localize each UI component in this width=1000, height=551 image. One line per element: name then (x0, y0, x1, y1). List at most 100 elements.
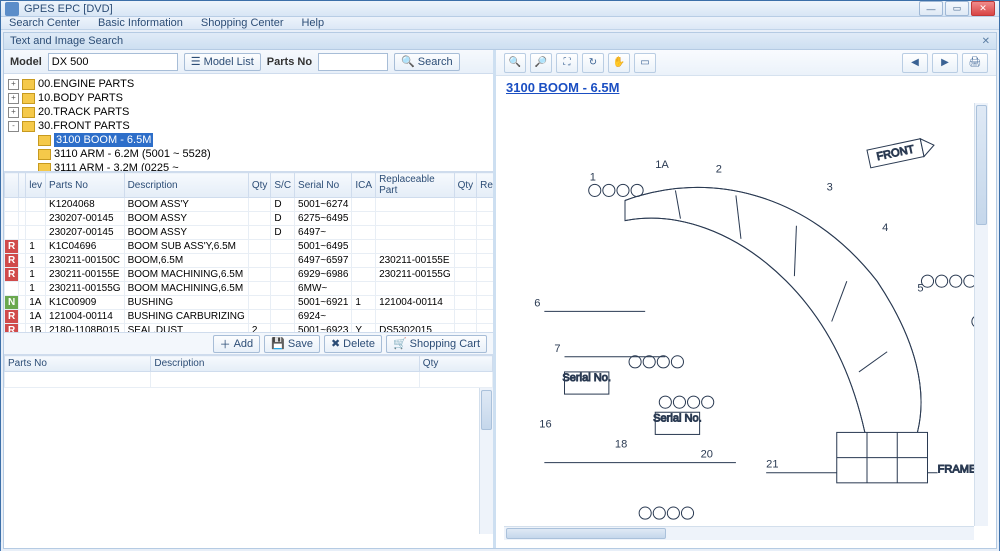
parts-grid[interactable]: levParts NoDescriptionQtyS/CSerial NoICA… (4, 172, 493, 333)
parts-tree[interactable]: +00.ENGINE PARTS+10.BODY PARTS+20.TRACK … (4, 74, 493, 172)
table-row[interactable]: R1B2180-1108B015SEAL,DUST25001~6923YDS53… (5, 324, 494, 334)
table-row[interactable]: K1204068BOOM ASS'YD5001~6274 (5, 198, 494, 212)
modellist-button[interactable]: ☰Model List (184, 53, 261, 71)
panel-close-icon[interactable]: ✕ (982, 36, 990, 47)
tree-node[interactable]: 3100 BOOM - 6.5M (8, 133, 489, 147)
table-row[interactable]: 1230211-00155GBOOM MACHINING,6.5M6MW~ (5, 282, 494, 296)
tree-label: 3111 ARM - 3.2M (0225 ~ (54, 161, 179, 172)
svg-text:4: 4 (882, 222, 888, 234)
tree-toggle-icon[interactable]: - (8, 121, 19, 132)
diagram-viewport[interactable]: FRONT (504, 103, 988, 540)
grid-header[interactable] (5, 173, 19, 198)
search-row: Model ☰Model List Parts No 🔍Search (4, 50, 493, 74)
select-button[interactable]: ▭ (634, 53, 656, 73)
minimize-button[interactable]: — (919, 1, 943, 16)
grid-header[interactable]: Replaceable Part (376, 173, 455, 198)
delete-button[interactable]: ✖Delete (324, 335, 382, 353)
svg-text:5: 5 (917, 282, 923, 294)
titlebar: GPES EPC [DVD] — ▭ ✕ (1, 1, 999, 17)
diagram-scroll-v[interactable] (974, 103, 988, 526)
grid-header[interactable]: Qty (248, 173, 271, 198)
folder-icon (22, 93, 35, 104)
svg-text:6: 6 (534, 297, 540, 309)
svg-text:16: 16 (539, 418, 551, 430)
tree-toggle-icon[interactable]: + (8, 107, 19, 118)
grid-header[interactable]: Description (124, 173, 248, 198)
next-button[interactable]: ▶ (932, 53, 958, 73)
prev-button[interactable]: ◀ (902, 53, 928, 73)
window-title: GPES EPC [DVD] (24, 3, 919, 15)
tree-node[interactable]: +10.BODY PARTS (8, 91, 489, 105)
right-pane: 🔍 🔎 ⛶ ↻ ✋ ▭ ◀ ▶ 🖨 3100 BOOM - 6.5M (496, 50, 996, 548)
tree-label: 30.FRONT PARTS (38, 119, 130, 133)
table-row[interactable]: 230207-00145BOOM ASSYD6497~ (5, 226, 494, 240)
diagram-scroll-h[interactable] (504, 526, 974, 540)
panel-title: Text and Image Search (10, 35, 123, 47)
svg-text:2: 2 (716, 163, 722, 175)
maximize-button[interactable]: ▭ (945, 1, 969, 16)
folder-icon (22, 121, 35, 132)
svg-text:21: 21 (766, 459, 778, 471)
search-icon: 🔍 (401, 55, 415, 68)
menu-help[interactable]: Help (301, 17, 324, 29)
model-label: Model (10, 56, 42, 68)
zoomin-button[interactable]: 🔍 (504, 53, 526, 73)
grid-header[interactable]: Serial No (295, 173, 352, 198)
panel-header: Text and Image Search ✕ (3, 32, 997, 50)
grid-header[interactable]: Remark (477, 173, 493, 198)
table-row[interactable]: R1K1C04696BOOM SUB ASS'Y,6.5M5001~6495 (5, 240, 494, 254)
cart-col-qty[interactable]: Qty (419, 356, 492, 372)
tree-node[interactable]: - 30.FRONT PARTS (8, 119, 489, 133)
app-icon (5, 2, 19, 16)
menu-shopping-center[interactable]: Shopping Center (201, 17, 284, 29)
tree-toggle-icon[interactable]: + (8, 79, 19, 90)
crud-row: ＋Add 💾Save ✖Delete 🛒Shopping Cart (4, 333, 493, 355)
folder-icon (22, 79, 35, 90)
plus-icon: ＋ (220, 336, 231, 352)
table-row[interactable]: 230207-00145BOOM ASSYD6275~6495 (5, 212, 494, 226)
grid-header[interactable]: Parts No (46, 173, 125, 198)
tree-node[interactable]: +20.TRACK PARTS (8, 105, 489, 119)
svg-text:7: 7 (554, 343, 560, 355)
menu-search-center[interactable]: Search Center (9, 17, 80, 29)
hand-button[interactable]: ✋ (608, 53, 630, 73)
rotate-button[interactable]: ↻ (582, 53, 604, 73)
tree-node[interactable]: 3111 ARM - 3.2M (0225 ~ (8, 161, 489, 172)
menu-basic-info[interactable]: Basic Information (98, 17, 183, 29)
table-row[interactable]: R1230211-00155EBOOM MACHINING,6.5M6929~6… (5, 268, 494, 282)
grid-header[interactable]: Qty (454, 173, 477, 198)
disk-icon: 💾 (271, 337, 285, 350)
grid-header[interactable] (19, 173, 26, 198)
diagram-title-link[interactable]: 3100 BOOM - 6.5M (506, 80, 619, 95)
grid-header[interactable]: ICA (352, 173, 376, 198)
close-button[interactable]: ✕ (971, 1, 995, 16)
tree-label: 10.BODY PARTS (38, 91, 123, 105)
model-input[interactable] (48, 53, 178, 71)
cart-col-desc[interactable]: Description (151, 356, 419, 372)
print-button[interactable]: 🖨 (962, 53, 988, 73)
save-button[interactable]: 💾Save (264, 335, 320, 353)
shoppingcart-button[interactable]: 🛒Shopping Cart (386, 335, 487, 353)
fit-button[interactable]: ⛶ (556, 53, 578, 73)
left-scrollbar[interactable] (479, 388, 493, 534)
table-row[interactable]: R1A121004-00114BUSHING CARBURIZING6924~ (5, 310, 494, 324)
add-button[interactable]: ＋Add (213, 335, 261, 353)
tree-toggle-icon[interactable]: + (8, 93, 19, 104)
table-row[interactable]: N1AK1C00909BUSHING5001~69211121004-00114 (5, 296, 494, 310)
tree-node[interactable]: 3110 ARM - 6.2M (5001 ~ 5528) (8, 147, 489, 161)
table-row[interactable]: R1230211-00150CBOOM,6.5M6497~6597230211-… (5, 254, 494, 268)
grid-header[interactable]: lev (26, 173, 46, 198)
folder-icon (38, 163, 51, 173)
cart-grid[interactable]: Parts No Description Qty (4, 355, 493, 388)
search-button[interactable]: 🔍Search (394, 53, 460, 71)
tree-node[interactable]: +00.ENGINE PARTS (8, 77, 489, 91)
diagram-title-row: 3100 BOOM - 6.5M (496, 76, 996, 99)
zoomout-button[interactable]: 🔎 (530, 53, 552, 73)
partsno-input[interactable] (318, 53, 388, 71)
tree-label: 3110 ARM - 6.2M (5001 ~ 5528) (54, 147, 211, 161)
svg-text:1: 1 (590, 171, 596, 183)
cart-icon: 🛒 (393, 337, 407, 350)
cart-col-partsno[interactable]: Parts No (5, 356, 151, 372)
grid-header[interactable]: S/C (271, 173, 295, 198)
svg-text:FRAME: FRAME (938, 464, 977, 476)
